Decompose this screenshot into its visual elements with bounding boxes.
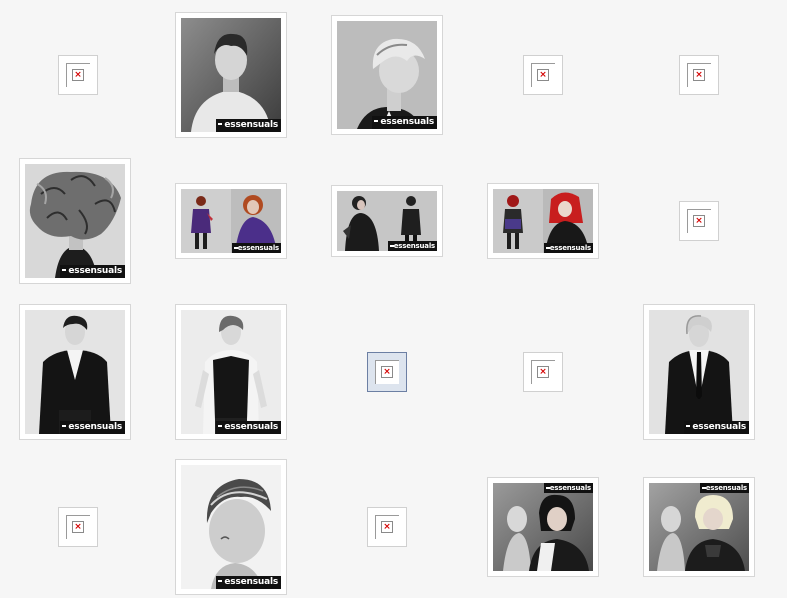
photo-man-black-waistcoat: essensuals	[181, 310, 281, 434]
brand-logo: essensuals	[231, 243, 281, 253]
broken-image-thumbnail[interactable]: ×	[679, 201, 719, 241]
brand-logo: essensuals	[60, 265, 125, 278]
broken-image-icon: ×	[375, 515, 399, 539]
gallery-cell: essensuals	[309, 146, 465, 296]
broken-image-thumbnail-selected[interactable]: ×	[367, 352, 407, 392]
gallery-cell: ×	[465, 0, 621, 150]
gallery-cell: essensuals	[621, 452, 777, 598]
brand-logo: essensuals	[216, 119, 281, 132]
photo-thumbnail[interactable]: essensuals	[643, 477, 755, 577]
gallery-cell: ×	[0, 452, 156, 598]
broken-image-icon: ×	[66, 63, 90, 87]
gallery-cell: essensuals	[465, 146, 621, 296]
brand-logo: essensuals	[543, 483, 593, 493]
gallery-cell: ×	[309, 452, 465, 598]
gallery-cell: essensuals	[309, 0, 465, 150]
gallery-cell: essensuals	[153, 297, 309, 447]
photo-thumbnail[interactable]: essensuals	[487, 183, 599, 259]
brand-logo: essensuals	[387, 241, 437, 251]
photo-windswept-curly-hair: essensuals	[25, 164, 125, 278]
broken-image-thumbnail[interactable]: ×	[367, 507, 407, 547]
photo-thumbnail[interactable]: essensuals	[331, 185, 443, 257]
brand-logo: essensuals	[684, 421, 749, 434]
gallery-cell: essensuals	[153, 452, 309, 598]
gallery-cell: essensuals	[465, 452, 621, 598]
brand-logo: essensuals	[216, 576, 281, 589]
photo-thumbnail[interactable]: essensuals	[643, 304, 755, 440]
photo-two-women-dark-leather: essensuals	[337, 191, 437, 251]
broken-image-icon: ×	[531, 63, 555, 87]
image-gallery: × essensuals essensuals × × essensuals e…	[0, 0, 787, 598]
broken-image-thumbnail[interactable]: ×	[523, 352, 563, 392]
photo-thumbnail[interactable]: essensuals	[175, 183, 287, 259]
broken-image-icon: ×	[531, 360, 555, 384]
gallery-cell: essensuals	[621, 297, 777, 447]
brand-logo: essensuals	[699, 483, 749, 493]
broken-image-icon: ×	[375, 360, 399, 384]
photo-thumbnail[interactable]: essensuals	[175, 304, 287, 440]
photo-thumbnail[interactable]: essensuals	[331, 15, 443, 135]
brand-logo: essensuals	[543, 243, 593, 253]
broken-image-thumbnail[interactable]: ×	[679, 55, 719, 95]
photo-thumbnail[interactable]: essensuals	[175, 459, 287, 595]
gallery-cell: essensuals	[153, 0, 309, 150]
gallery-cell: ×	[621, 0, 777, 150]
brand-logo: essensuals	[60, 421, 125, 434]
brand-logo: essensuals	[372, 116, 437, 129]
gallery-cell: essensuals	[0, 146, 153, 296]
broken-image-icon: ×	[66, 515, 90, 539]
photo-two-women-red-hair: essensuals	[493, 189, 593, 253]
photo-man-black-suit: essensuals	[25, 310, 125, 434]
gallery-cell: ×	[309, 297, 465, 447]
photo-man-slicked-side-part: essensuals	[181, 465, 281, 589]
brand-logo: essensuals	[216, 421, 281, 434]
broken-image-thumbnail[interactable]: ×	[523, 55, 563, 95]
photo-young-man-white-sweater: essensuals	[181, 18, 281, 132]
gallery-cell: ×	[465, 297, 621, 447]
photo-blonde-bob-with-mannequin: essensuals	[649, 483, 749, 571]
gallery-cell: ×	[621, 146, 777, 296]
photo-thumbnail[interactable]: essensuals	[19, 158, 131, 284]
photo-two-women-purple-red-hair: essensuals	[181, 189, 281, 253]
photo-dark-bob-with-mannequin: essensuals	[493, 483, 593, 571]
broken-image-icon: ×	[687, 63, 711, 87]
broken-image-icon: ×	[687, 209, 711, 233]
gallery-cell: ×	[0, 0, 156, 150]
broken-image-thumbnail[interactable]: ×	[58, 55, 98, 95]
photo-blonde-man-black-tie: essensuals	[649, 310, 749, 434]
photo-thumbnail[interactable]: essensuals	[487, 477, 599, 577]
gallery-cell: essensuals	[0, 297, 153, 447]
photo-profile-cropped-blonde: essensuals	[337, 21, 437, 129]
photo-thumbnail[interactable]: essensuals	[19, 304, 131, 440]
photo-thumbnail[interactable]: essensuals	[175, 12, 287, 138]
broken-image-thumbnail[interactable]: ×	[58, 507, 98, 547]
gallery-cell: essensuals	[153, 146, 309, 296]
